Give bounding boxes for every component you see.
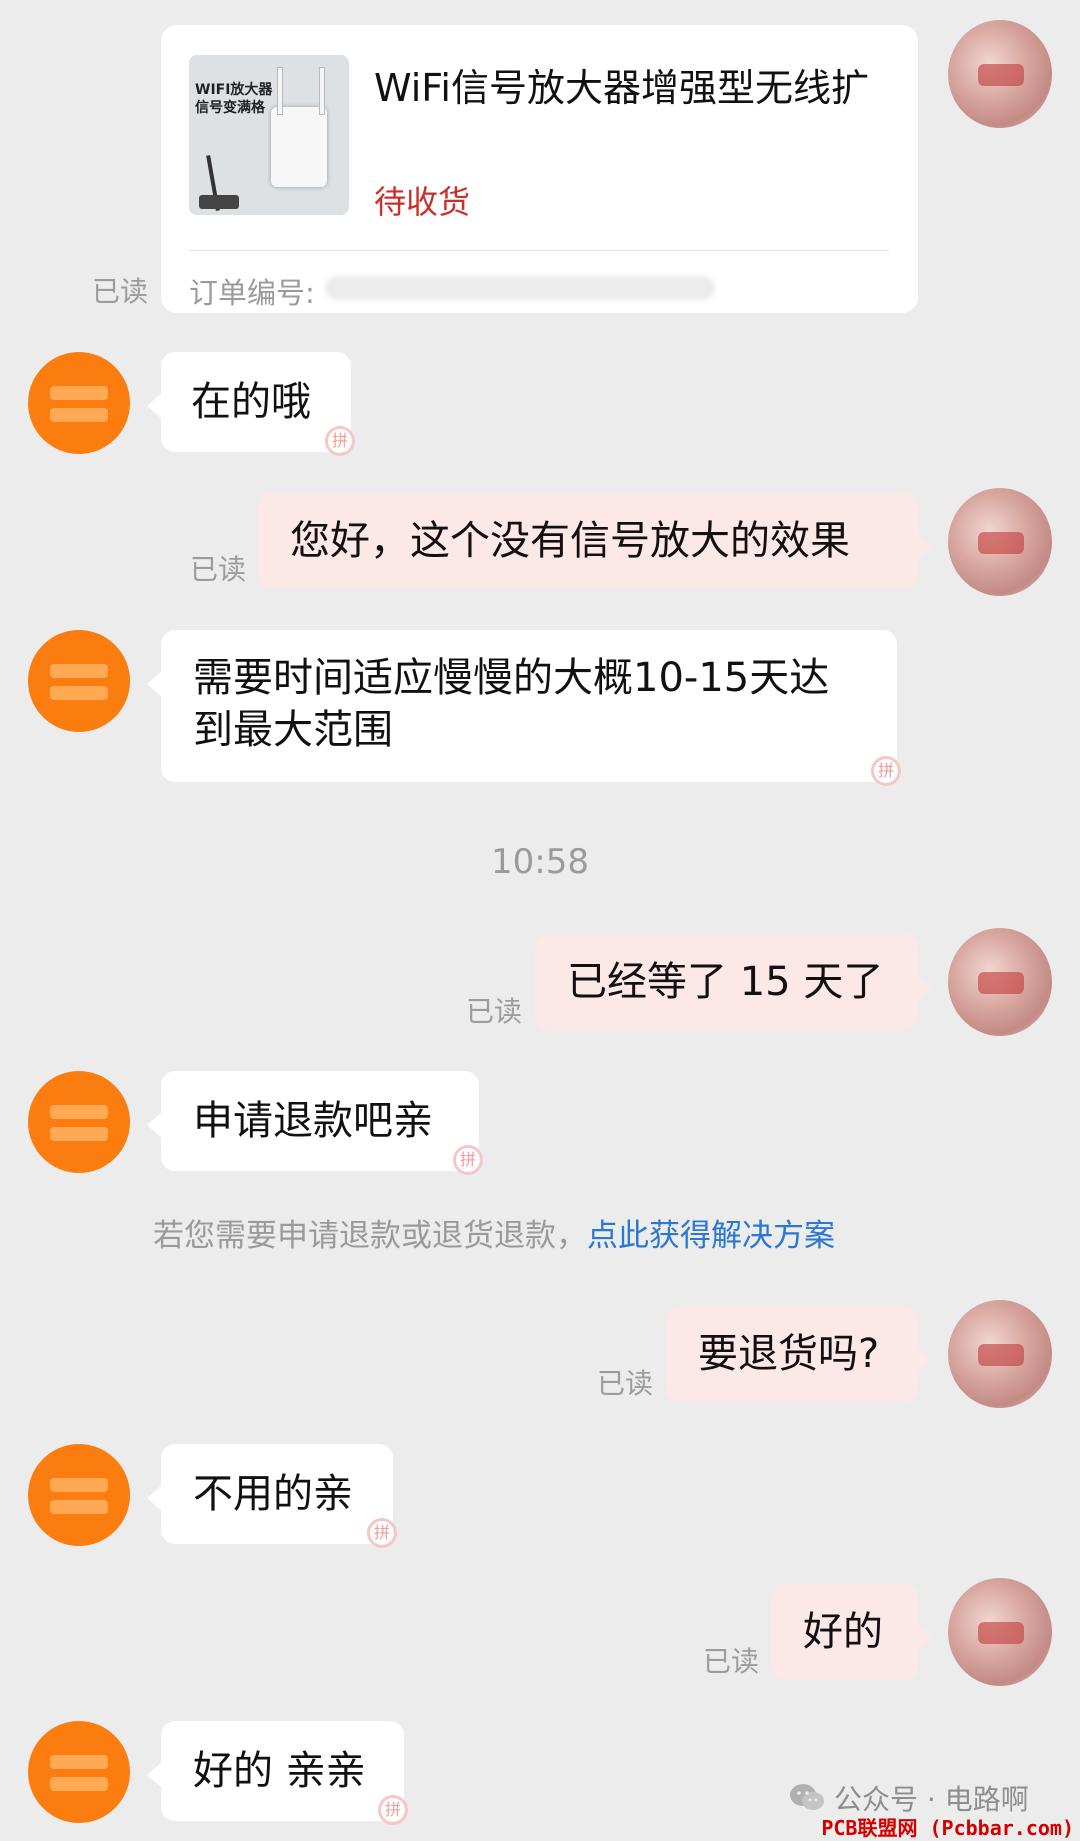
message-bubble[interactable]: 要退货吗? [666, 1306, 932, 1402]
message-bubble[interactable]: 您好，这个没有信号放大的效果 [258, 493, 932, 589]
shop-avatar[interactable] [28, 1071, 130, 1173]
message-bubble[interactable]: 已经等了 15 天了 [535, 934, 932, 1030]
shop-avatar[interactable] [28, 1721, 130, 1823]
user-avatar[interactable] [948, 20, 1052, 128]
message-text-line: 需要时间适应慢慢的大概10-15天达 [193, 655, 830, 701]
wechat-icon [790, 1784, 824, 1810]
message-text: 您好，这个没有信号放大的效果 [290, 518, 850, 564]
order-card[interactable]: WIFI放大器 信号变满格 WiFi信号放大器增强型无线扩 待收货 订单编号: [161, 25, 918, 313]
pin-badge-icon: 拼 [378, 1795, 408, 1825]
message-text: 在的哦 [191, 379, 311, 425]
read-status: 已读 [92, 275, 149, 308]
refund-system-note: 若您需要申请退款或退货退款，点此获得解决方案 [153, 1210, 835, 1255]
message-bubble[interactable]: 需要时间适应慢慢的大概10-15天达 到最大范围 拼 [147, 630, 901, 786]
user-avatar[interactable] [948, 928, 1052, 1036]
system-note-text: 若您需要申请退款或退货退款， [153, 1218, 587, 1254]
user-avatar[interactable] [948, 1578, 1052, 1686]
pin-badge-icon: 拼 [367, 1518, 397, 1548]
order-number-label: 订单编号: [189, 276, 315, 310]
timestamp: 10:58 [491, 842, 589, 882]
user-avatar[interactable] [948, 1300, 1052, 1408]
read-status: 已读 [466, 995, 523, 1028]
message-bubble[interactable]: 好的 亲亲 拼 [147, 1721, 408, 1825]
user-avatar[interactable] [948, 488, 1052, 596]
divider [189, 250, 889, 251]
message-text: 好的 [803, 1609, 883, 1655]
pin-badge-icon: 拼 [325, 426, 355, 456]
order-status: 待收货 [374, 183, 471, 221]
pin-badge-icon: 拼 [453, 1145, 483, 1175]
message-bubble[interactable]: 不用的亲 拼 [147, 1444, 397, 1548]
pin-badge-icon: 拼 [871, 756, 901, 786]
product-image[interactable]: WIFI放大器 信号变满格 [189, 55, 349, 215]
message-bubble[interactable]: 申请退款吧亲 拼 [147, 1071, 483, 1175]
message-text: 已经等了 15 天了 [567, 959, 884, 1005]
message-text-line: 到最大范围 [193, 707, 393, 753]
shop-avatar[interactable] [28, 352, 130, 454]
solution-link[interactable]: 点此获得解决方案 [587, 1218, 835, 1254]
message-text: 要退货吗? [698, 1331, 880, 1377]
message-text: 申请退款吧亲 [193, 1098, 433, 1144]
shop-avatar[interactable] [28, 630, 130, 732]
read-status: 已读 [703, 1645, 760, 1678]
message-text: 好的 亲亲 [193, 1748, 366, 1794]
product-title[interactable]: WiFi信号放大器增强型无线扩 [374, 57, 869, 112]
message-text: 不用的亲 [193, 1471, 353, 1517]
shop-avatar[interactable] [28, 1444, 130, 1546]
read-status: 已读 [190, 553, 247, 586]
order-number-blurred [325, 276, 715, 300]
message-bubble[interactable]: 好的 [771, 1584, 932, 1680]
site-watermark: PCB联盟网 (Pcbbar.com) [821, 1816, 1074, 1840]
message-bubble[interactable]: 在的哦 拼 [147, 352, 355, 456]
read-status: 已读 [597, 1367, 654, 1400]
